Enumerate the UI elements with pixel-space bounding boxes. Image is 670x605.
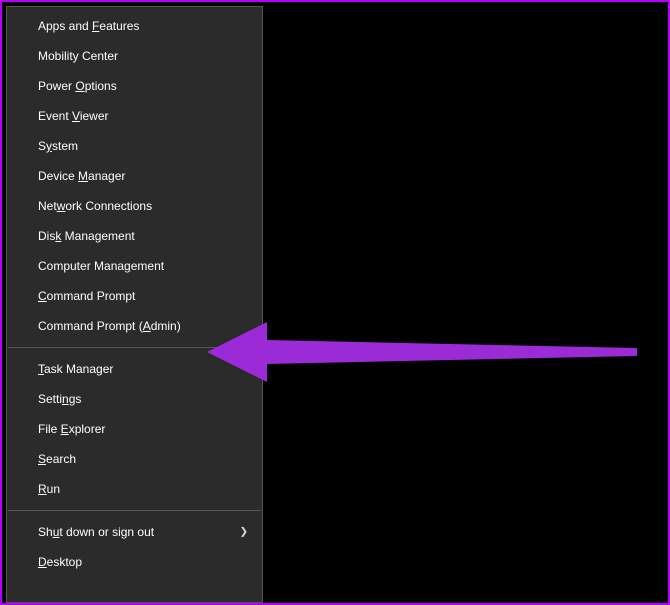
menu-label: Task Manager bbox=[38, 362, 113, 376]
menu-label: File Explorer bbox=[38, 422, 105, 436]
menu-label: Device Manager bbox=[38, 169, 125, 183]
menu-label: Search bbox=[38, 452, 76, 466]
menu-label: Power Options bbox=[38, 79, 117, 93]
menu-item-task-manager[interactable]: Task Manager bbox=[7, 354, 262, 384]
menu-label: Computer Management bbox=[38, 259, 164, 273]
menu-item-run[interactable]: Run bbox=[7, 474, 262, 504]
menu-item-network-connections[interactable]: Network Connections bbox=[7, 191, 262, 221]
menu-item-system[interactable]: System bbox=[7, 131, 262, 161]
menu-label: Command Prompt bbox=[38, 289, 135, 303]
menu-label: Desktop bbox=[38, 555, 82, 569]
winx-context-menu: Apps and Features Mobility Center Power … bbox=[6, 6, 263, 603]
menu-item-settings[interactable]: Settings bbox=[7, 384, 262, 414]
menu-label: Disk Management bbox=[38, 229, 135, 243]
menu-label: System bbox=[38, 139, 78, 153]
menu-item-disk-management[interactable]: Disk Management bbox=[7, 221, 262, 251]
menu-label: Apps and Features bbox=[38, 19, 139, 33]
menu-item-device-manager[interactable]: Device Manager bbox=[7, 161, 262, 191]
menu-label: Mobility Center bbox=[38, 49, 118, 63]
menu-item-file-explorer[interactable]: File Explorer bbox=[7, 414, 262, 444]
menu-separator bbox=[8, 347, 261, 348]
menu-label: Event Viewer bbox=[38, 109, 109, 123]
chevron-right-icon: ❯ bbox=[240, 527, 248, 538]
menu-label: Network Connections bbox=[38, 199, 152, 213]
menu-label: Command Prompt (Admin) bbox=[38, 319, 181, 333]
menu-item-command-prompt-admin[interactable]: Command Prompt (Admin) bbox=[7, 311, 262, 341]
menu-item-desktop[interactable]: Desktop bbox=[7, 547, 262, 577]
menu-label: Settings bbox=[38, 392, 81, 406]
menu-item-search[interactable]: Search bbox=[7, 444, 262, 474]
menu-item-shut-down-or-sign-out[interactable]: Shut down or sign out ❯ bbox=[7, 517, 262, 547]
annotation-arrow-icon bbox=[207, 322, 637, 382]
menu-item-event-viewer[interactable]: Event Viewer bbox=[7, 101, 262, 131]
menu-label: Shut down or sign out bbox=[38, 525, 154, 539]
menu-item-power-options[interactable]: Power Options bbox=[7, 71, 262, 101]
menu-item-mobility-center[interactable]: Mobility Center bbox=[7, 41, 262, 71]
menu-item-command-prompt[interactable]: Command Prompt bbox=[7, 281, 262, 311]
menu-item-computer-management[interactable]: Computer Management bbox=[7, 251, 262, 281]
menu-separator bbox=[8, 510, 261, 511]
menu-label: Run bbox=[38, 482, 60, 496]
menu-item-apps-and-features[interactable]: Apps and Features bbox=[7, 11, 262, 41]
